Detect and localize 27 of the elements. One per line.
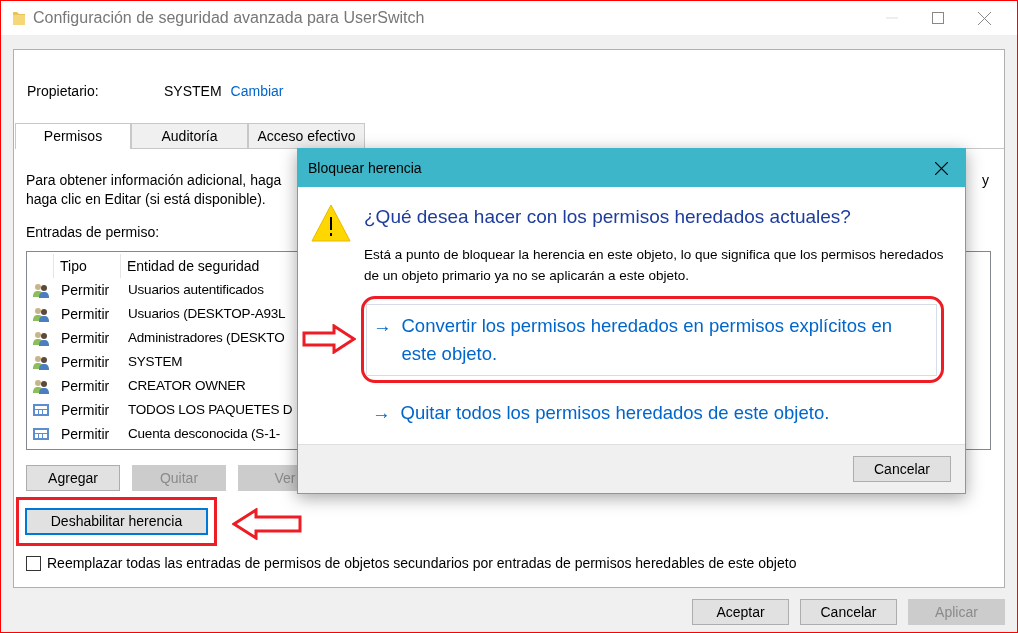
table-cell-text: TODOS LOS PAQUETES D <box>127 400 293 419</box>
table-cell-text: SYSTEM <box>127 352 183 371</box>
dialog-heading: ¿Qué desea hacer con los permisos heredados actuales? <box>364 205 852 229</box>
window-title: Configuración de seguridad avanzada para UserSwitch <box>33 8 425 28</box>
owner-value: SYSTEM <box>164 81 222 101</box>
table-cell-text: Permitir <box>60 376 111 396</box>
table-cell-text: Administradores (DESKTO <box>127 328 285 347</box>
entries-label: Entradas de permiso: <box>26 223 161 242</box>
table-cell-text: Cuenta desconocida (S-1- <box>127 424 281 443</box>
table-cell-text: Usuarios (DESKTOP-A93L <box>127 304 286 323</box>
info-text: haga clic en Editar (si está disponible). <box>26 190 267 209</box>
arrow-glyph: → <box>373 313 392 338</box>
table-cell-text: Permitir <box>60 304 111 324</box>
table-cell-text: Permitir <box>60 352 111 372</box>
table-cell-text: Permitir <box>60 328 111 348</box>
info-text: y <box>982 171 989 190</box>
table-cell-text: Permitir <box>60 280 111 300</box>
arrow-glyph: → <box>372 401 391 425</box>
info-text: Para obtener información adicional, haga <box>26 171 282 190</box>
owner-label: Propietario: <box>27 81 100 101</box>
checkbox-label: Reemplazar todas las entradas de permisos de objetos secundarios por entradas de permisos heredables de este objeto <box>47 554 797 573</box>
dialog-description: Está a punto de bloquear la herencia en este objeto, lo que significa que los permisos heredados de un objeto primario ya no se aplicarán a este objeto. <box>364 246 944 285</box>
table-cell-text: Permitir <box>60 400 111 420</box>
dialog-title: Bloquear herencia <box>308 158 423 178</box>
table-cell-text: Usuarios autentificados <box>127 280 264 299</box>
table-cell-text: CREATOR OWNER <box>127 376 246 395</box>
table-cell-text: Permitir <box>60 424 111 444</box>
